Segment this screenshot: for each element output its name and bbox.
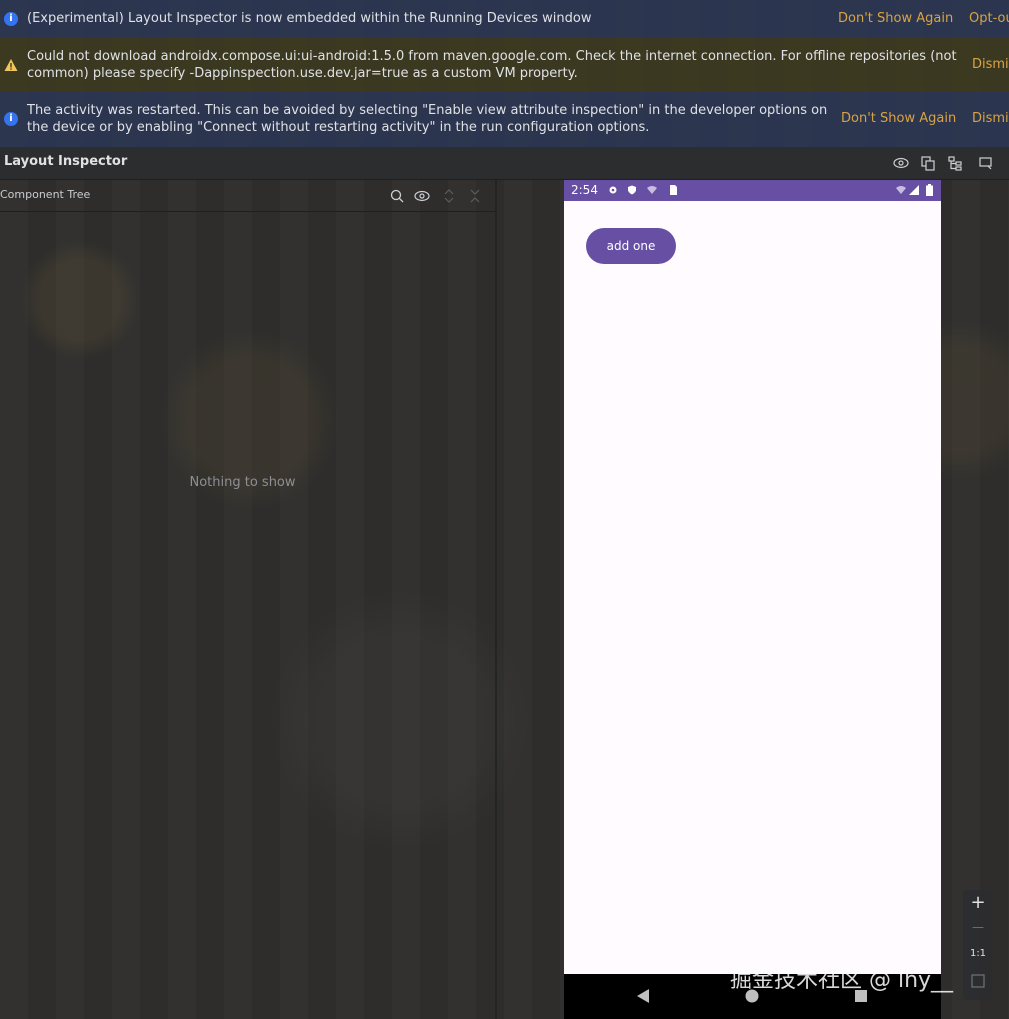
- splitter[interactable]: [495, 180, 497, 1019]
- dont-show-again-link[interactable]: Don't Show Again: [838, 10, 953, 27]
- wifi-signal-icon: [896, 186, 906, 194]
- search-icon[interactable]: [389, 188, 405, 204]
- expand-icon[interactable]: [441, 188, 457, 204]
- tree-layers-icon[interactable]: [947, 155, 963, 171]
- shield-icon: [628, 185, 636, 195]
- panel-title: Layout Inspector: [4, 154, 128, 169]
- banner-activity-restarted: i The activity was restarted. This can b…: [0, 92, 1009, 147]
- eye-icon[interactable]: [893, 155, 909, 171]
- device-screen[interactable]: 2:54 add one: [564, 180, 941, 1019]
- zoom-in-button[interactable]: +: [963, 892, 993, 913]
- dont-show-again-link[interactable]: Don't Show Again: [841, 110, 956, 127]
- component-tree-label: Component Tree: [0, 188, 91, 201]
- info-icon: i: [4, 12, 18, 26]
- dismiss-link[interactable]: Dismis: [972, 56, 1009, 73]
- opt-out-link[interactable]: Opt-ou: [969, 10, 1009, 27]
- copy-icon[interactable]: [920, 155, 936, 171]
- component-tree-body: Nothing to show: [0, 212, 495, 1019]
- layout-inspector-header: Layout Inspector: [0, 147, 1009, 180]
- battery-icon: [926, 184, 933, 196]
- component-tree-header: Component Tree: [0, 180, 495, 212]
- wifi-icon: [647, 186, 657, 194]
- warning-icon: [4, 59, 18, 71]
- collapse-icon[interactable]: [467, 188, 483, 204]
- gear-icon: [609, 186, 617, 194]
- sim-card-icon: [670, 185, 677, 195]
- banner-text-line2: common) please specify -Dappinspection.u…: [27, 66, 578, 81]
- banner-text-line1: Could not download androidx.compose.ui:u…: [27, 49, 957, 64]
- watermark: 掘金技术社区 @ lhy__: [730, 968, 954, 993]
- info-icon: i: [4, 112, 18, 126]
- empty-state-text: Nothing to show: [189, 475, 296, 490]
- status-time: 2:54: [571, 183, 598, 197]
- banner-text-line2: the device or by enabling "Connect witho…: [27, 120, 650, 135]
- status-bar: 2:54: [564, 180, 941, 201]
- banner-embedded-info: i (Experimental) Layout Inspector is now…: [0, 0, 1009, 37]
- eye-icon[interactable]: [414, 188, 430, 204]
- dismiss-link[interactable]: Dismis: [972, 110, 1009, 127]
- screen-icon[interactable]: [978, 155, 994, 171]
- zoom-controls: + — 1:1: [963, 890, 993, 1000]
- banner-text-line1: The activity was restarted. This can be …: [27, 103, 828, 118]
- cell-signal-icon: [909, 185, 919, 195]
- add-one-button[interactable]: add one: [586, 228, 676, 264]
- back-icon[interactable]: [636, 989, 650, 1003]
- banner-download-warning: Could not download androidx.compose.ui:u…: [0, 37, 1009, 92]
- zoom-out-button[interactable]: —: [963, 920, 993, 934]
- banner-text: (Experimental) Layout Inspector is now e…: [27, 11, 592, 26]
- zoom-actual-size-button[interactable]: 1:1: [963, 948, 993, 959]
- zoom-fit-icon[interactable]: [971, 974, 985, 988]
